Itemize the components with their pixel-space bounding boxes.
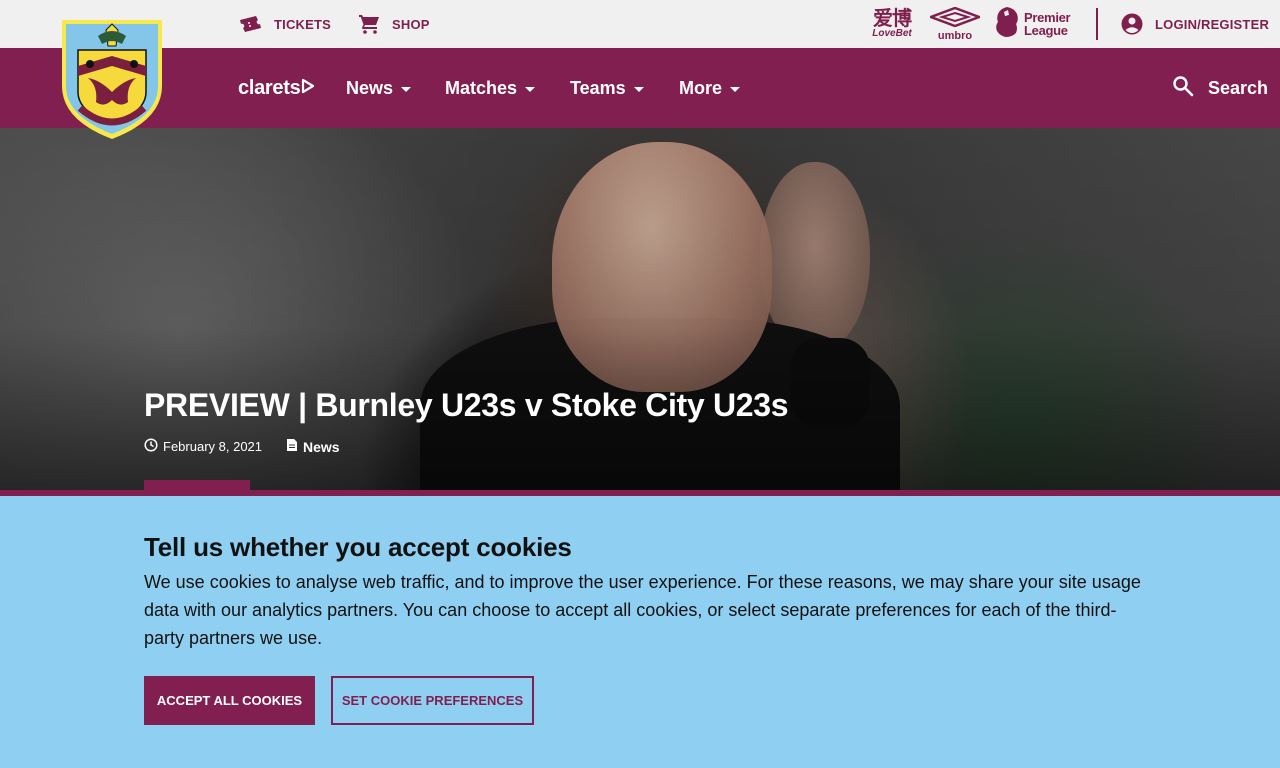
article-title: PREVIEW | Burnley U23s v Stoke City U23s — [144, 387, 789, 423]
utility-bar: TICKETS SHOP 爱博 LoveBet umbro Premier Le… — [0, 0, 1280, 48]
login-register-link[interactable]: LOGIN/REGISTER — [1121, 0, 1269, 48]
umbro-text: umbro — [937, 29, 973, 42]
nav-matches[interactable]: Matches — [445, 48, 536, 128]
hero-accent-tab — [144, 480, 250, 490]
nav-matches-label: Matches — [445, 77, 518, 98]
lion-icon — [994, 6, 1020, 43]
lovebet-english-text: LoveBet — [872, 28, 912, 39]
chevron-down-icon — [401, 86, 412, 92]
article-meta: February 8, 2021 News — [144, 438, 364, 455]
cookie-banner: Tell us whether you accept cookies We us… — [0, 496, 1280, 768]
chevron-down-icon — [525, 86, 536, 92]
article-category[interactable]: News — [286, 438, 340, 455]
ticket-icon — [238, 15, 262, 33]
burnley-crest-logo[interactable] — [58, 16, 166, 142]
clock-icon — [144, 438, 158, 455]
topbar-divider — [1096, 8, 1098, 40]
shop-label: SHOP — [392, 16, 430, 32]
play-triangle-icon — [300, 77, 315, 100]
umbro-diamond-icon — [927, 6, 983, 32]
sponsor-premier-league-logo[interactable]: Premier League — [994, 6, 1074, 42]
chevron-down-icon — [633, 86, 644, 92]
search-button[interactable]: Search — [1172, 48, 1268, 128]
search-label: Search — [1208, 77, 1269, 98]
article-date: February 8, 2021 — [144, 438, 262, 455]
login-register-label: LOGIN/REGISTER — [1155, 16, 1270, 32]
nav-more-label: More — [679, 77, 723, 98]
nav-news-label: News — [346, 77, 394, 98]
cookie-banner-text: We use cookies to analyse web traffic, a… — [144, 572, 1141, 648]
hero-banner: PREVIEW | Burnley U23s v Stoke City U23s… — [0, 128, 1280, 490]
nav-teams[interactable]: Teams — [570, 48, 644, 128]
nav-more[interactable]: More — [679, 48, 741, 128]
search-icon — [1172, 75, 1194, 102]
tickets-link[interactable]: TICKETS — [238, 0, 331, 48]
shop-link[interactable]: SHOP — [358, 0, 430, 48]
article-date-text: February 8, 2021 — [163, 439, 263, 454]
lovebet-chinese-text: 爱博 — [873, 8, 912, 30]
cookie-banner-title: Tell us whether you accept cookies — [144, 532, 572, 562]
sponsor-umbro-logo[interactable]: umbro — [927, 6, 983, 42]
article-category-text: News — [303, 438, 340, 455]
sponsor-lovebet-logo[interactable]: 爱博 LoveBet — [868, 6, 916, 42]
account-circle-icon — [1121, 13, 1143, 35]
set-cookie-preferences-button[interactable]: SET COOKIE PREFERENCES — [331, 676, 534, 725]
accept-all-cookies-button[interactable]: ACCEPT ALL COOKIES — [144, 676, 315, 725]
clarets-brand-label: clarets — [238, 76, 301, 99]
document-icon — [286, 438, 298, 455]
pl-text-line2: League — [1024, 23, 1068, 38]
chevron-down-icon — [730, 86, 741, 92]
cart-icon — [358, 14, 380, 34]
clarets-plus-link[interactable]: clarets — [238, 48, 315, 128]
nav-news[interactable]: News — [346, 48, 412, 128]
tickets-label: TICKETS — [274, 16, 332, 32]
nav-teams-label: Teams — [570, 77, 626, 98]
